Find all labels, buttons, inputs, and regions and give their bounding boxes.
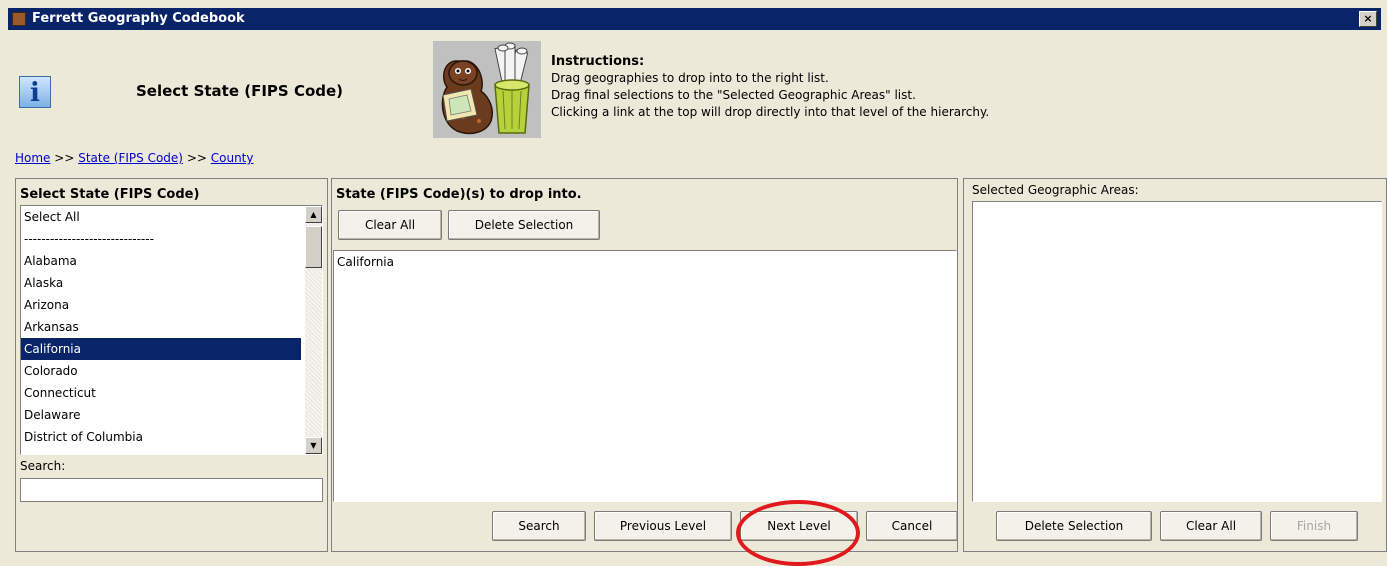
- state-listbox[interactable]: Select All -----------------------------…: [20, 205, 323, 455]
- search-button[interactable]: Search: [492, 511, 586, 541]
- previous-level-button[interactable]: Previous Level: [594, 511, 732, 541]
- state-list-item[interactable]: Colorado: [21, 360, 322, 382]
- window-title: Ferrett Geography Codebook: [32, 11, 245, 26]
- breadcrumb-home-link[interactable]: Home: [15, 151, 50, 165]
- drop-list-item[interactable]: California: [334, 251, 956, 273]
- info-icon: i: [19, 76, 51, 108]
- finish-button[interactable]: Finish: [1270, 511, 1358, 541]
- state-list-item-selected[interactable]: California: [21, 338, 301, 360]
- cancel-button[interactable]: Cancel: [866, 511, 958, 541]
- ferret-app-icon: [12, 12, 26, 26]
- clear-all-button[interactable]: Clear All: [338, 210, 442, 240]
- breadcrumb-separator: >>: [186, 151, 207, 165]
- state-list-item[interactable]: Select All: [21, 206, 322, 228]
- scroll-down-arrow-icon[interactable]: ▼: [305, 437, 322, 454]
- instructions-heading: Instructions:: [551, 54, 645, 69]
- state-list-item[interactable]: Delaware: [21, 404, 322, 426]
- state-list-item[interactable]: District of Columbia: [21, 426, 322, 448]
- scrollbar-thumb[interactable]: [305, 226, 322, 268]
- state-list-item[interactable]: Connecticut: [21, 382, 322, 404]
- search-label: Search:: [20, 459, 66, 473]
- next-level-button[interactable]: Next Level: [740, 511, 858, 541]
- ferret-illustration: [433, 41, 541, 138]
- instruction-line: Drag geographies to drop into to the rig…: [551, 71, 829, 85]
- state-list-item[interactable]: Alaska: [21, 272, 322, 294]
- instruction-line: Drag final selections to the "Selected G…: [551, 88, 916, 102]
- delete-selection-button[interactable]: Delete Selection: [996, 511, 1152, 541]
- breadcrumb-state-link[interactable]: State (FIPS Code): [78, 151, 183, 165]
- drop-into-listbox[interactable]: California: [333, 250, 957, 502]
- instructions: Instructions: Drag geographies to drop i…: [551, 53, 989, 121]
- selected-areas-listbox[interactable]: [972, 201, 1382, 502]
- instruction-line: Clicking a link at the top will drop dir…: [551, 105, 990, 119]
- breadcrumb-separator: >>: [54, 151, 75, 165]
- delete-selection-button[interactable]: Delete Selection: [448, 210, 600, 240]
- search-input[interactable]: [20, 478, 323, 502]
- breadcrumb: Home >> State (FIPS Code) >> County: [15, 151, 254, 165]
- state-list-item[interactable]: Arizona: [21, 294, 322, 316]
- state-select-heading: Select State (FIPS Code): [20, 187, 200, 202]
- state-list-scrollbar[interactable]: ▲ ▼: [305, 206, 322, 454]
- title-bar: Ferrett Geography Codebook ×: [8, 8, 1381, 30]
- drop-into-heading: State (FIPS Code)(s) to drop into.: [336, 187, 582, 202]
- page-title: Select State (FIPS Code): [136, 82, 344, 100]
- close-button[interactable]: ×: [1359, 11, 1377, 27]
- list-separator: ------------------------------: [24, 232, 154, 246]
- scroll-up-arrow-icon[interactable]: ▲: [305, 206, 322, 223]
- clear-all-button[interactable]: Clear All: [1160, 511, 1262, 541]
- breadcrumb-county-link[interactable]: County: [211, 151, 254, 165]
- selected-areas-heading: Selected Geographic Areas:: [972, 183, 1139, 197]
- state-list-item[interactable]: Alabama: [21, 250, 322, 272]
- state-list-item[interactable]: Arkansas: [21, 316, 322, 338]
